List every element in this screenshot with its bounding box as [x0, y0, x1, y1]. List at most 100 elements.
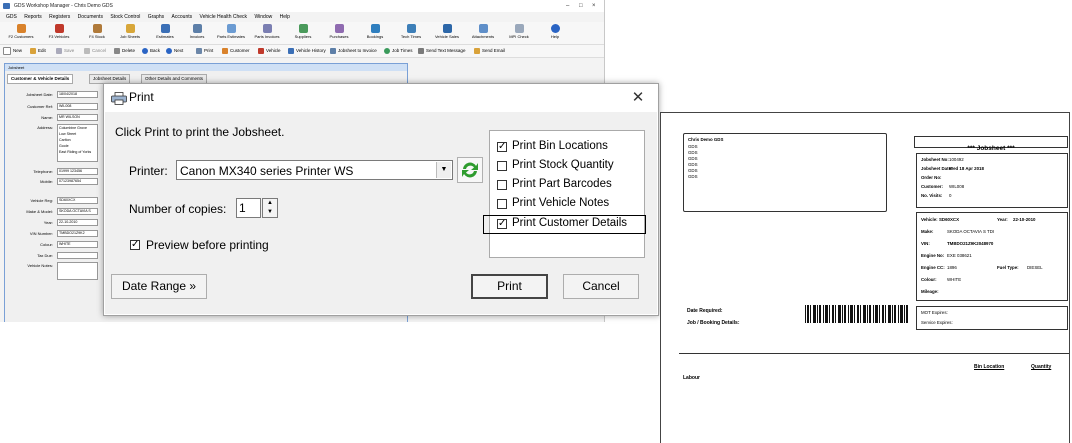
- ribbon-suppliers-button[interactable]: Suppliers: [284, 23, 322, 39]
- company-line: GDS: [688, 144, 698, 149]
- save-button[interactable]: Save: [56, 45, 74, 57]
- jobsheet-heading: *** Jobsheet ***: [967, 145, 1015, 152]
- vehicle-notes-field[interactable]: [57, 262, 98, 280]
- chevron-down-icon[interactable]: ▼: [436, 162, 451, 178]
- menu-reports[interactable]: Reports: [24, 14, 42, 20]
- make-model-field[interactable]: SKODA OCTAVIA S: [57, 208, 98, 215]
- cancel-button[interactable]: Cancel: [563, 274, 639, 299]
- copies-input[interactable]: 1: [236, 198, 261, 218]
- print-toolbar-button[interactable]: Print: [196, 45, 213, 57]
- bin-location-header: Bin Location: [974, 364, 1005, 370]
- vehicle-notes-checkbox[interactable]: [497, 199, 507, 209]
- next-icon: [166, 47, 172, 54]
- jobsheet-print-preview: Chris Demo GDS GDS GDS GDS GDS GDS GDS *…: [660, 112, 1070, 443]
- customer-ref-field[interactable]: WIL008: [57, 103, 98, 110]
- ribbon-jobsheets-button[interactable]: Job Sheets: [111, 23, 149, 39]
- refresh-printers-button[interactable]: [457, 157, 483, 183]
- job-info-label: Customer:: [921, 184, 943, 189]
- send-email-button[interactable]: Send Email: [474, 45, 505, 57]
- address-field[interactable]: Columbine Grove Low Street Carlton Goole…: [57, 124, 98, 162]
- preview-checkbox[interactable]: ✓: [130, 240, 140, 250]
- close-icon[interactable]: ×: [592, 0, 596, 12]
- maximize-icon[interactable]: □: [579, 0, 583, 12]
- minimize-icon[interactable]: –: [566, 0, 569, 12]
- app-logo-icon: [3, 3, 10, 9]
- delete-button[interactable]: Delete: [114, 45, 135, 57]
- ribbon-vehicle-sales-button[interactable]: Vehicle Sales: [428, 23, 466, 39]
- option-label: Print Stock Quantity: [512, 159, 614, 171]
- menu-graphs[interactable]: Graphs: [148, 14, 164, 20]
- ribbon-mpi-check-button[interactable]: MPI Check: [500, 23, 538, 39]
- menu-help[interactable]: Help: [280, 14, 290, 20]
- expiry-box: MOT Expires: Service Expires:: [916, 306, 1068, 330]
- menu-vehicle-health-check[interactable]: Vehicle Health Check: [200, 14, 248, 20]
- ribbon-parts-invoices-button[interactable]: Parts Invoices: [248, 23, 286, 39]
- year-field[interactable]: 22-10-2010: [57, 219, 98, 226]
- job-times-button[interactable]: Job Times: [384, 45, 413, 57]
- customer-button[interactable]: Customer: [222, 45, 250, 57]
- ribbon-bookings-button[interactable]: Bookings: [356, 23, 394, 39]
- next-button[interactable]: Next: [166, 45, 183, 57]
- part-barcodes-checkbox[interactable]: [497, 180, 507, 190]
- tab-customer-vehicle[interactable]: Customer & Vehicle Details: [7, 74, 74, 84]
- menu-accounts[interactable]: Accounts: [172, 14, 193, 20]
- spin-up-icon[interactable]: ▲: [263, 199, 277, 208]
- menu-documents[interactable]: Documents: [78, 14, 103, 20]
- print-button[interactable]: Print: [471, 274, 548, 299]
- vehicle-history-icon: [288, 47, 294, 54]
- vehicle-history-button[interactable]: Vehicle History: [288, 45, 326, 57]
- colour-field[interactable]: WHITE: [57, 241, 98, 248]
- vin-number-field[interactable]: TMBDO21Z9K2: [57, 230, 98, 237]
- preview-label: Preview before printing: [146, 238, 269, 252]
- print-options-panel: ✓ Print Bin Locations Print Stock Quanti…: [483, 130, 646, 258]
- job-info-label: No. Visits:: [921, 193, 943, 198]
- name-field[interactable]: MR WILSON: [57, 114, 98, 121]
- ribbon-attachments-button[interactable]: Attachments: [464, 23, 502, 39]
- menu-window[interactable]: Window: [254, 14, 272, 20]
- send-text-button[interactable]: Send Text Message: [418, 45, 465, 57]
- ribbon-invoices-button[interactable]: Invoices: [178, 23, 216, 39]
- new-button[interactable]: New: [3, 45, 22, 57]
- menu-gds[interactable]: GDS: [6, 14, 17, 20]
- vin-label: VIN:: [921, 241, 930, 246]
- vehicle-button[interactable]: Vehicle: [258, 45, 281, 57]
- cancel-toolbar-button[interactable]: Cancel: [84, 45, 106, 57]
- vehicle-sales-icon: [442, 24, 452, 33]
- stock-quantity-checkbox[interactable]: [497, 161, 507, 171]
- printer-icon: [196, 47, 202, 54]
- tax-due-field[interactable]: [57, 252, 98, 259]
- date-range-button[interactable]: Date Range »: [111, 274, 207, 299]
- jobsheet-to-invoice-button[interactable]: Jobsheet to Invoice: [330, 45, 377, 57]
- jobsheet-heading-box: *** Jobsheet ***: [914, 136, 1068, 152]
- telephone-field[interactable]: 01999 123456: [57, 168, 98, 175]
- back-button[interactable]: Back: [142, 45, 160, 57]
- spin-down-icon[interactable]: ▼: [263, 208, 277, 217]
- ribbon-help-button[interactable]: Help: [536, 23, 574, 39]
- company-line: GDS: [688, 150, 698, 155]
- menu-registers[interactable]: Registers: [49, 14, 70, 20]
- print-dialog-title-bar: Print ✕: [104, 84, 658, 112]
- engine-no-value: EXE 038621: [947, 253, 972, 258]
- bookings-icon: [370, 24, 380, 33]
- edit-button[interactable]: Edit: [30, 45, 46, 57]
- mobile-field[interactable]: 07123987654: [57, 178, 98, 185]
- printer-select[interactable]: Canon MX340 series Printer WS ▼: [176, 160, 453, 180]
- mot-expires-label: MOT Expires:: [921, 310, 948, 315]
- copies-stepper[interactable]: ▲ ▼: [262, 198, 278, 218]
- menu-stock-control[interactable]: Stock Control: [110, 14, 140, 20]
- jobsheets-icon: [125, 24, 135, 33]
- ribbon-tech-times-button[interactable]: Tech Times: [392, 23, 430, 39]
- field-label: Year:: [43, 220, 53, 225]
- colour-label: Colour:: [921, 277, 937, 282]
- clock-icon: [384, 47, 390, 54]
- ribbon-parts-estimates-button[interactable]: Parts Estimates: [212, 23, 250, 39]
- vehicle-reg-field[interactable]: SD60XCX: [57, 197, 98, 204]
- menu-bar: GDS Reports Registers Documents Stock Co…: [0, 13, 604, 22]
- ribbon-vehicles-button[interactable]: F3 Vehicles: [40, 23, 78, 39]
- ribbon-purchases-button[interactable]: Purchases: [320, 23, 358, 39]
- bin-locations-checkbox[interactable]: ✓: [497, 142, 507, 152]
- jobsheet-date-field[interactable]: 18/04/2018: [57, 91, 98, 98]
- job-booking-label: Job / Booking Details:: [687, 320, 740, 326]
- close-icon[interactable]: ✕: [628, 88, 648, 108]
- ribbon-customers-button[interactable]: F2 Customers: [2, 23, 40, 39]
